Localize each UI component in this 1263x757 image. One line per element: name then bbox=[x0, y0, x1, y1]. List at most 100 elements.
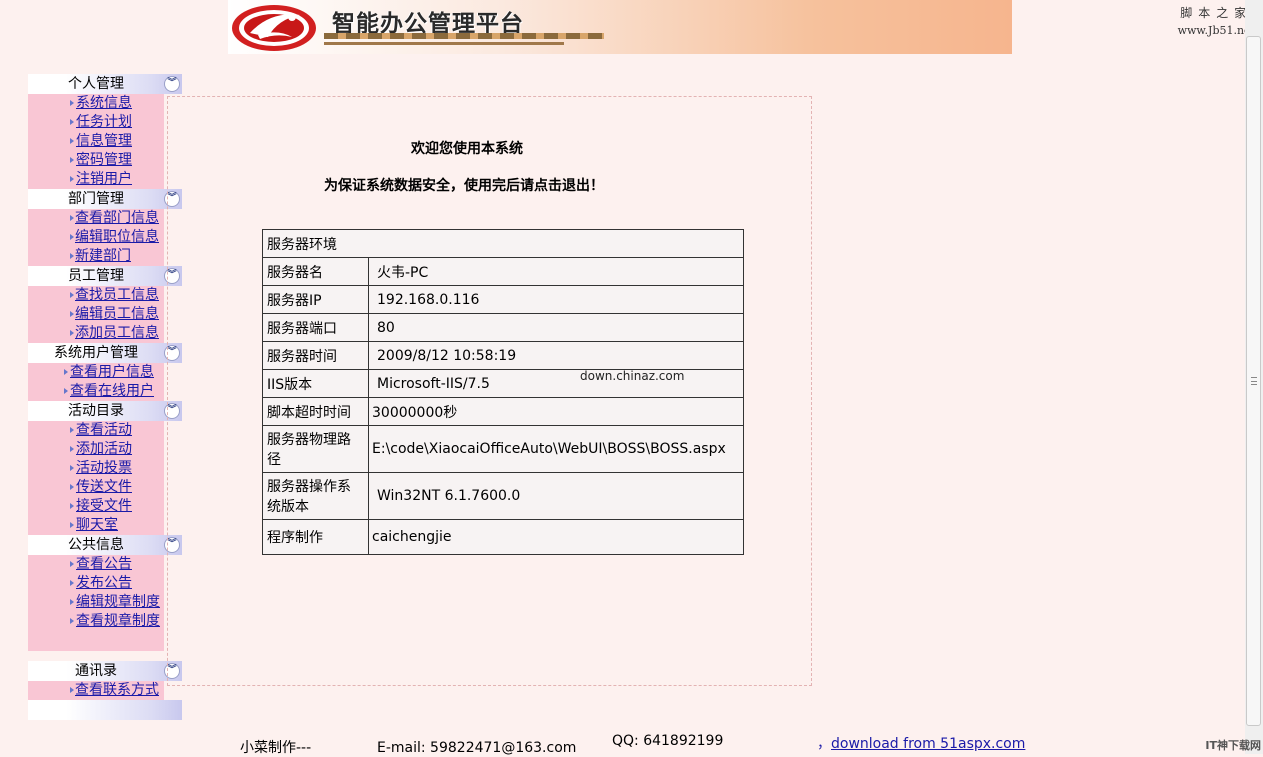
grip-icon bbox=[1251, 377, 1257, 385]
row-value: caichengjie bbox=[368, 519, 744, 555]
sidebar-item-view-users[interactable]: 查看用户信息 bbox=[28, 363, 164, 382]
row-value: E:\code\XiaocaiOfficeAuto\WebUI\BOSS\BOS… bbox=[368, 425, 744, 473]
table-row: 服务器端口 80 bbox=[262, 313, 744, 342]
sidebar-item-send-file[interactable]: 传送文件 bbox=[28, 478, 164, 497]
sidebar-item-system-info[interactable]: 系统信息 bbox=[28, 94, 164, 113]
bullet-icon bbox=[70, 599, 74, 605]
bullet-icon bbox=[70, 234, 74, 240]
app-logo-icon bbox=[232, 5, 316, 51]
bullet-icon bbox=[70, 465, 74, 471]
title-underline bbox=[324, 33, 604, 39]
bullet-icon bbox=[70, 292, 74, 298]
row-value: 2009/8/12 10:58:19 bbox=[368, 341, 744, 370]
welcome-heading: 欢迎您使用本系统 bbox=[411, 141, 523, 157]
menu-group-public-info[interactable]: 公共信息 ︾ bbox=[28, 535, 182, 555]
row-label: 服务器端口 bbox=[262, 313, 369, 342]
table-row: 程序制作 caichengjie bbox=[262, 519, 744, 555]
site-watermark: 脚本之家 www.Jb51.net bbox=[1177, 6, 1255, 37]
row-label: 服务器名 bbox=[262, 257, 369, 286]
bullet-icon bbox=[64, 369, 68, 375]
bullet-icon bbox=[70, 119, 74, 125]
menu-group-department[interactable]: 部门管理 ︾ bbox=[28, 189, 182, 209]
sidebar-item-view-contacts[interactable]: 查看联系方式 bbox=[28, 681, 164, 700]
table-header-row: 服务器环境 bbox=[262, 229, 744, 258]
bullet-icon bbox=[70, 330, 74, 336]
sidebar-item-new-department[interactable]: 新建部门 bbox=[28, 247, 164, 266]
server-info-table: 服务器环境 服务器名 火韦-PC 服务器IP 192.168.0.116 服务器… bbox=[262, 229, 744, 555]
bullet-icon bbox=[70, 522, 74, 528]
bullet-icon bbox=[70, 427, 74, 433]
bullet-icon bbox=[70, 253, 74, 259]
bullet-icon bbox=[70, 215, 74, 221]
menu-group-system-user-items: 查看用户信息 查看在线用户 bbox=[28, 363, 164, 401]
sidebar-item-task-plan[interactable]: 任务计划 bbox=[28, 113, 164, 132]
row-label: IIS版本 bbox=[262, 369, 369, 398]
table-header-cell: 服务器环境 bbox=[262, 229, 744, 258]
download-link[interactable]: download from 51aspx.com bbox=[831, 736, 1025, 752]
sidebar-item-publish-notice[interactable]: 发布公告 bbox=[28, 574, 164, 593]
menu-group-personal[interactable]: 个人管理 ︾ bbox=[28, 74, 182, 94]
sidebar-item-chat-room[interactable]: 聊天室 bbox=[28, 516, 164, 535]
menu-group-public-info-items: 查看公告 发布公告 编辑规章制度 查看规章制度 bbox=[28, 555, 164, 631]
sidebar-item-edit-position[interactable]: 编辑职位信息 bbox=[28, 228, 164, 247]
sidebar-item-receive-file[interactable]: 接受文件 bbox=[28, 497, 164, 516]
bullet-icon bbox=[70, 687, 74, 693]
sidebar-item-edit-rules[interactable]: 编辑规章制度 bbox=[28, 593, 164, 612]
sidebar-item-view-notice[interactable]: 查看公告 bbox=[28, 555, 164, 574]
sidebar-item-find-employee[interactable]: 查找员工信息 bbox=[28, 286, 164, 305]
footer-maker: 小菜制作--- bbox=[240, 740, 312, 756]
header-banner: 智能办公管理平台 bbox=[228, 0, 1012, 54]
row-label: 服务器IP bbox=[262, 285, 369, 314]
row-value: 30000000秒 bbox=[368, 397, 744, 426]
bullet-icon bbox=[70, 580, 74, 586]
row-value: 火韦-PC bbox=[368, 257, 744, 286]
bullet-icon bbox=[70, 446, 74, 452]
row-value: Win32NT 6.1.7600.0 bbox=[368, 472, 744, 520]
sidebar-item-add-employee[interactable]: 添加员工信息 bbox=[28, 324, 164, 343]
scrollbar-thumb[interactable] bbox=[1246, 36, 1261, 726]
bullet-icon bbox=[64, 388, 68, 394]
menu-group-employee-items: 查找员工信息 编辑员工信息 添加员工信息 bbox=[28, 286, 164, 343]
sidebar-item-password-manage[interactable]: 密码管理 bbox=[28, 151, 164, 170]
sidebar-item-online-users[interactable]: 查看在线用户 bbox=[28, 382, 164, 401]
chevron-down-icon[interactable]: ︾ bbox=[164, 76, 180, 92]
sidebar-item-view-department[interactable]: 查看部门信息 bbox=[28, 209, 164, 228]
security-notice: 为保证系统数据安全，使用完后请点击退出！ bbox=[324, 178, 604, 194]
main-content: 欢迎您使用本系统 为保证系统数据安全，使用完后请点击退出！ 服务器环境 服务器名… bbox=[167, 96, 812, 686]
menu-group-activity-items: 查看活动 添加活动 活动投票 传送文件 接受文件 聊天室 bbox=[28, 421, 164, 535]
sidebar-item-view-rules[interactable]: 查看规章制度 bbox=[28, 612, 164, 631]
sidebar-item-add-activity[interactable]: 添加活动 bbox=[28, 440, 164, 459]
sidebar-item-view-activity[interactable]: 查看活动 bbox=[28, 421, 164, 440]
menu-group-system-user[interactable]: 系统用户管理 ︾ bbox=[28, 343, 182, 363]
footer-download: ，download from 51aspx.com bbox=[817, 736, 1026, 752]
bullet-icon bbox=[70, 484, 74, 490]
bullet-icon bbox=[70, 157, 74, 163]
bullet-icon bbox=[70, 138, 74, 144]
sidebar-item-edit-employee[interactable]: 编辑员工信息 bbox=[28, 305, 164, 324]
table-row: 服务器名 火韦-PC bbox=[262, 257, 744, 286]
title-underline-2 bbox=[324, 42, 564, 45]
bullet-icon bbox=[70, 503, 74, 509]
row-label: 服务器物理路径 bbox=[262, 425, 369, 473]
table-row: 脚本超时时间 30000000秒 bbox=[262, 397, 744, 426]
sidebar-item-info-manage[interactable]: 信息管理 bbox=[28, 132, 164, 151]
menu-group-department-items: 查看部门信息 编辑职位信息 新建部门 bbox=[28, 209, 164, 266]
menu-spacer bbox=[28, 631, 164, 651]
table-row: 服务器操作系统版本 Win32NT 6.1.7600.0 bbox=[262, 472, 744, 520]
row-label: 程序制作 bbox=[262, 519, 369, 555]
menu-group-employee[interactable]: 员工管理 ︾ bbox=[28, 266, 182, 286]
menu-group-address-book[interactable]: 通讯录 ︾ bbox=[28, 661, 182, 681]
corner-watermark: IT神下载网 bbox=[1205, 739, 1261, 752]
menu-group-activity[interactable]: 活动目录 ︾ bbox=[28, 401, 182, 421]
sidebar-item-logout[interactable]: 注销用户 bbox=[28, 170, 164, 189]
overlay-watermark: down.chinaz.com bbox=[580, 369, 685, 383]
table-row: 服务器物理路径 E:\code\XiaocaiOfficeAuto\WebUI\… bbox=[262, 425, 744, 473]
row-label: 脚本超时时间 bbox=[262, 397, 369, 426]
bullet-icon bbox=[70, 618, 74, 624]
sidebar-footer bbox=[28, 700, 182, 720]
sidebar-item-activity-vote[interactable]: 活动投票 bbox=[28, 459, 164, 478]
bullet-icon bbox=[70, 100, 74, 106]
table-row: 服务器IP 192.168.0.116 bbox=[262, 285, 744, 314]
footer-qq: QQ: 641892199 bbox=[612, 733, 724, 749]
vertical-scrollbar[interactable] bbox=[1245, 0, 1263, 754]
